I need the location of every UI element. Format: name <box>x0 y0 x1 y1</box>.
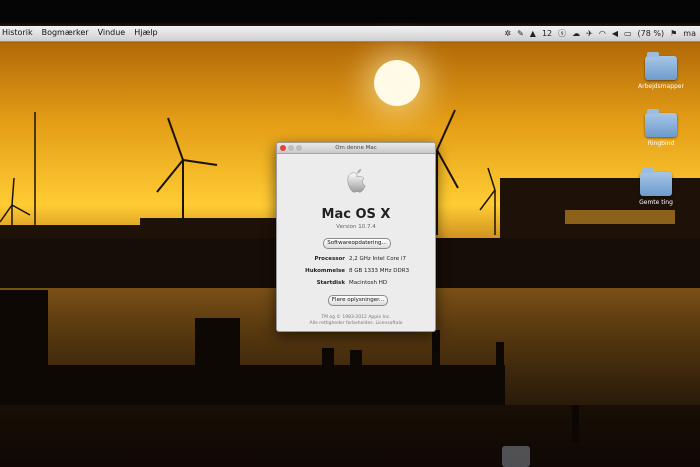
desktop-icon-label: Ringbind <box>647 140 675 147</box>
desktop-icon-arbejdsmapper[interactable]: Arbejdsmapper <box>631 52 691 90</box>
window-titlebar[interactable]: Om denne Mac <box>277 143 435 154</box>
pier <box>0 365 505 405</box>
foreground-shadow <box>0 405 700 467</box>
volume-icon[interactable]: ◀ <box>612 27 618 40</box>
legal-text: TM og © 1983-2012 Apple Inc. Alle rettig… <box>277 315 435 327</box>
status-area: ✲ ✎ ▲ 12 ⓢ ☁ ✈ ◠ ◀ ▭ (78 %) ⚑ ma <box>504 27 696 40</box>
desktop-icon-label: Gemte ting <box>639 199 673 206</box>
desktop-screen: Historik Bogmærker Vindue Hjælp ✲ ✎ ▲ 12… <box>0 0 700 467</box>
about-this-mac-window: Om denne Mac Mac OS X Version 10.7.4 Sof… <box>276 142 436 332</box>
spec-label: Hukommelse <box>305 268 345 274</box>
menu-bogmaerker[interactable]: Bogmærker <box>42 28 89 37</box>
excavator <box>195 318 240 366</box>
desktop-icon-label: Arbejdsmapper <box>638 83 684 90</box>
spec-value: Macintosh HD <box>349 280 388 286</box>
status-count: 12 <box>541 29 553 38</box>
more-info-button[interactable]: Flere oplysninger... <box>328 295 388 306</box>
desktop-icon-ringbind[interactable]: Ringbind <box>631 109 691 147</box>
os-name: Mac OS X <box>321 207 391 222</box>
spec-label: Processor <box>314 256 345 262</box>
os-version: Version 10.7.4 <box>336 224 376 230</box>
dock-edge[interactable] <box>502 446 530 467</box>
battery-icon[interactable]: ▭ <box>624 27 632 40</box>
software-update-button[interactable]: Softwareopdatering... <box>323 238 391 249</box>
folder-icon <box>640 168 672 196</box>
minimize-button[interactable] <box>288 145 294 151</box>
spec-value: 2,2 GHz Intel Core i7 <box>349 256 406 262</box>
menu-hjaelp[interactable]: Hjælp <box>134 28 157 37</box>
desktop-icon-gemte-ting[interactable]: Gemte ting <box>626 168 686 206</box>
wifi-icon[interactable]: ◠ <box>599 27 606 40</box>
folder-icon <box>645 109 677 137</box>
window-title: Om denne Mac <box>335 145 377 151</box>
post <box>496 342 504 402</box>
crane-base <box>0 290 48 380</box>
menu-list: Historik Bogmærker Vindue Hjælp <box>2 28 158 37</box>
menu-historik[interactable]: Historik <box>2 28 33 37</box>
close-button[interactable] <box>280 145 286 151</box>
menu-vindue[interactable]: Vindue <box>98 28 126 37</box>
menu-bar: Historik Bogmærker Vindue Hjælp ✲ ✎ ▲ 12… <box>0 26 700 42</box>
flag-icon[interactable]: ⚑ <box>670 27 677 40</box>
skype-icon[interactable]: ⓢ <box>558 27 566 40</box>
dropbox-icon[interactable]: ✲ <box>504 27 511 40</box>
evernote-icon[interactable]: ✎ <box>517 27 524 40</box>
zoom-button[interactable] <box>296 145 302 151</box>
airplay-icon[interactable]: ▲ <box>530 27 536 40</box>
clock-text: ma <box>683 29 696 38</box>
spec-label: Startdisk <box>316 280 345 286</box>
cloud-icon[interactable]: ☁ <box>572 27 580 40</box>
twitter-icon[interactable]: ✈ <box>586 27 593 40</box>
worker <box>350 350 362 376</box>
worker <box>322 348 334 376</box>
post <box>432 330 440 380</box>
apple-logo-icon <box>347 169 366 193</box>
rights-line[interactable]: Alle rettigheder forbeholdes. Licensafta… <box>277 321 435 327</box>
spec-value: 8 GB 1333 MHz DDR3 <box>349 268 410 274</box>
battery-percent: (78 %) <box>637 29 665 38</box>
folder-icon <box>645 52 677 80</box>
